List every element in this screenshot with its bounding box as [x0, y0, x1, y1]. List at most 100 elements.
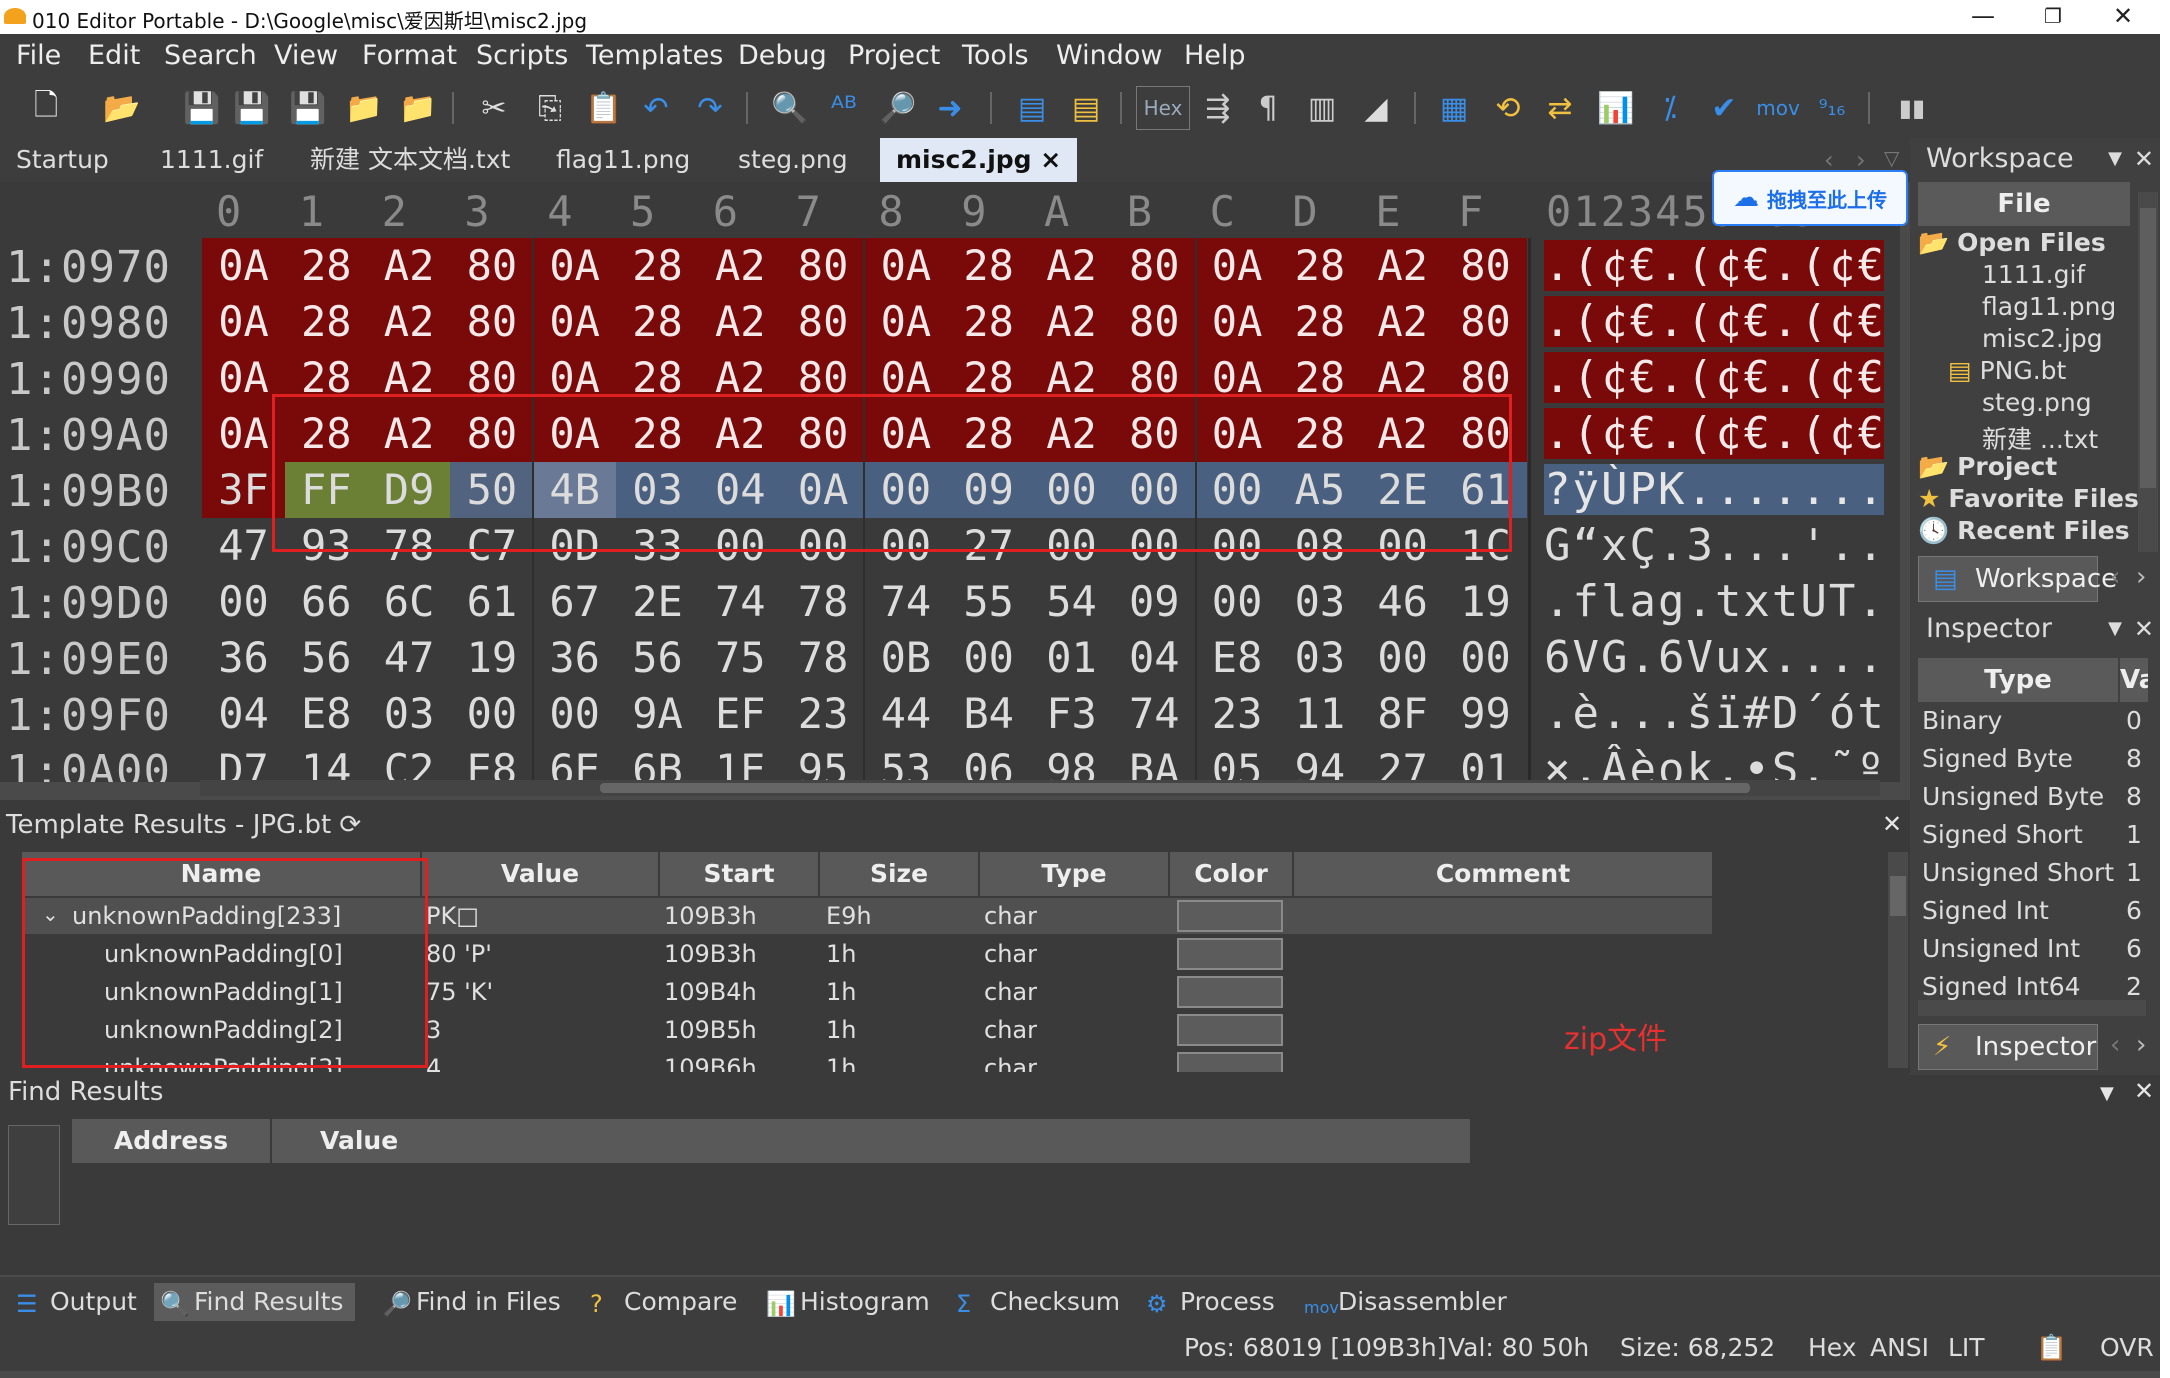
hex-byte[interactable]: A2 [1361, 238, 1445, 294]
histogram-icon[interactable]: 📊 [1594, 86, 1638, 130]
inspector-type[interactable]: Signed Int64 [1922, 972, 2081, 1001]
hex-byte[interactable]: 28 [616, 294, 699, 350]
run-template-icon[interactable]: ▤ [1064, 86, 1108, 130]
hex-byte[interactable]: 27 [1361, 742, 1444, 782]
hex-byte[interactable]: 28 [947, 238, 1031, 294]
hex-ascii-text[interactable]: ?ÿÙPK....... [1544, 464, 1884, 515]
hex-byte[interactable]: A2 [367, 238, 451, 294]
hex-byte[interactable]: 78 [782, 630, 865, 686]
hex-byte[interactable]: 09 [1113, 574, 1196, 630]
hex-byte[interactable]: 1E [699, 742, 782, 782]
hex-byte[interactable]: 98 [1030, 742, 1113, 782]
menu-file[interactable]: File [16, 40, 61, 71]
compare-icon[interactable]: ⇄ [1538, 86, 1582, 130]
hex-byte[interactable]: 04 [202, 686, 285, 742]
operations-icon[interactable]: ⁒ [1648, 86, 1692, 130]
find-results-close-icon[interactable]: ✕ [2134, 1077, 2154, 1105]
file-item[interactable]: steg.png [1982, 388, 2092, 417]
inspector-type[interactable]: Unsigned Short [1922, 858, 2114, 887]
hex-byte[interactable]: 0A [864, 238, 948, 294]
hex-byte[interactable]: 36 [533, 630, 616, 686]
hex-byte[interactable]: 28 [947, 294, 1031, 350]
find-icon[interactable]: 🔍 [768, 86, 812, 130]
status-ansi[interactable]: ANSI [1870, 1333, 1929, 1362]
maximize-button[interactable]: ❐ [2022, 0, 2084, 34]
hex-byte[interactable]: 01 [1444, 742, 1527, 782]
redo-icon[interactable]: ↷ [688, 86, 732, 130]
new-file-icon[interactable]: 🗋 [24, 86, 68, 130]
status-ovr[interactable]: OVR [2100, 1333, 2154, 1362]
hex-byte[interactable]: 00 [1196, 574, 1279, 630]
hex-byte[interactable]: 14 [285, 742, 368, 782]
hex-byte[interactable]: 80 [450, 238, 534, 294]
hex-editor[interactable]: 0123456789ABCDEF 0123456789AB 1:0970 0A 28… [0, 182, 1900, 782]
color-swatch[interactable] [1177, 976, 1283, 1008]
hex-mode-button[interactable]: Hex [1136, 86, 1190, 130]
base-converter-icon[interactable]: ⟲ [1486, 86, 1530, 130]
hex-byte[interactable]: 0B [864, 630, 947, 686]
inspector-next-icon[interactable]: › [2136, 1030, 2146, 1060]
columns-icon[interactable]: ▥ [1300, 86, 1344, 130]
hex-byte[interactable]: 00 [1361, 630, 1444, 686]
tab-checksum[interactable]: Σ Checksum [950, 1283, 1120, 1321]
hex-byte[interactable]: 6B [616, 742, 699, 782]
hex-ascii-text[interactable]: 6VG.6Vux.... [1544, 632, 1884, 683]
run-script-icon[interactable]: ▤ [1010, 86, 1054, 130]
hex-byte[interactable]: 28 [1278, 294, 1362, 350]
hex-byte[interactable]: 94 [1278, 742, 1361, 782]
hex-byte[interactable]: B4 [947, 686, 1030, 742]
close-window-button[interactable]: ✕ [2092, 0, 2154, 34]
menu-view[interactable]: View [274, 40, 338, 71]
paste-icon[interactable]: 📋 [582, 86, 626, 130]
toolbar-overflow-icon[interactable]: ▮▮ [1890, 86, 1934, 130]
menu-window[interactable]: Window [1056, 40, 1162, 71]
hex-byte[interactable]: 80 [450, 294, 534, 350]
clipboard-icon[interactable]: 📋 [2036, 1333, 2067, 1363]
hex-byte[interactable]: A2 [367, 294, 451, 350]
hex-ascii-text[interactable]: ×.Âèok.•S.˜º [1544, 744, 1884, 782]
hex-byte[interactable]: 04 [1113, 630, 1196, 686]
inspector-type[interactable]: Signed Byte [1922, 744, 2073, 773]
hex-byte[interactable]: C2 [368, 742, 451, 782]
inspector-side-tab[interactable]: ⚡ Inspector [1918, 1024, 2098, 1070]
hex-byte[interactable]: 00 [947, 630, 1030, 686]
hex-byte[interactable]: 11 [1278, 686, 1361, 742]
hex-byte[interactable]: 00 [202, 574, 285, 630]
hex-byte[interactable]: 9A [616, 686, 699, 742]
inspector-value[interactable]: 0 [2126, 706, 2142, 735]
menu-format[interactable]: Format [362, 40, 457, 71]
menu-project[interactable]: Project [848, 40, 940, 71]
hex-byte[interactable]: 23 [782, 686, 865, 742]
hex-byte[interactable]: 46 [1361, 574, 1444, 630]
hex-byte[interactable]: 61 [450, 574, 533, 630]
tab-find-results[interactable]: 🔍 Find Results [154, 1283, 356, 1321]
hex-byte[interactable]: 99 [1444, 686, 1527, 742]
file-item[interactable]: flag11.png [1982, 292, 2116, 321]
hex-byte[interactable]: E8 [285, 686, 368, 742]
hex-byte[interactable]: 66 [285, 574, 368, 630]
menu-tools[interactable]: Tools [962, 40, 1029, 71]
status-position[interactable]: Pos: 68019 [109B3h] [1184, 1333, 1446, 1362]
inspector-type[interactable]: Unsigned Byte [1922, 782, 2104, 811]
hex-byte[interactable]: 28 [284, 238, 368, 294]
hex-byte[interactable]: 74 [699, 574, 782, 630]
hex-byte[interactable]: E8 [450, 742, 533, 782]
project-node[interactable]: 📂 Project [1918, 452, 2057, 482]
inspector-hscrollbar[interactable] [1918, 1000, 2146, 1016]
hex-byte[interactable]: 28 [284, 294, 368, 350]
workspace-next-icon[interactable]: › [2136, 562, 2146, 592]
edit-as-icon[interactable]: ⇶ [1196, 86, 1240, 130]
hex-byte[interactable]: 67 [533, 574, 616, 630]
hex-byte[interactable]: 0A [202, 238, 285, 294]
hex-byte[interactable]: 44 [864, 686, 947, 742]
open-file-icon[interactable]: 📂 [100, 86, 144, 130]
hex-byte[interactable]: 03 [1278, 574, 1361, 630]
inspector-close-icon[interactable]: ✕ [2134, 608, 2154, 650]
tab-output[interactable]: ☰ Output [10, 1283, 137, 1321]
col-find-value[interactable]: Value [272, 1119, 1470, 1163]
hex-byte[interactable]: 23 [1196, 686, 1279, 742]
file-item[interactable]: 1111.gif [1982, 260, 2085, 289]
workspace-side-tab[interactable]: ▤ Workspace [1918, 556, 2117, 602]
save-all-icon[interactable]: 💾 [286, 86, 330, 130]
hex-byte[interactable]: 00 [1444, 630, 1527, 686]
